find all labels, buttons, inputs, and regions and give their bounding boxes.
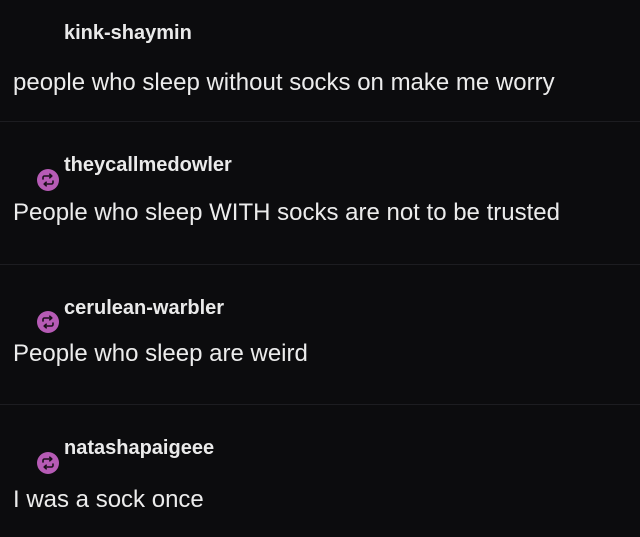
reblog-icon	[37, 311, 59, 333]
post-text: I was a sock once	[13, 486, 204, 513]
post-username[interactable]: kink-shaymin	[64, 22, 192, 45]
reblog-icon	[37, 169, 59, 191]
post-text: People who sleep are weird	[13, 340, 308, 367]
post-reblog-3: natashapaigeee I was a sock once	[0, 405, 640, 537]
post-username[interactable]: theycallmedowler	[64, 154, 232, 177]
post-text: people who sleep without socks on make m…	[13, 69, 555, 96]
reblog-thread: kink-shaymin people who sleep without so…	[0, 0, 640, 537]
post-reblog-2: cerulean-warbler People who sleep are we…	[0, 265, 640, 405]
post-username[interactable]: natashapaigeee	[64, 437, 214, 460]
reblog-icon	[37, 452, 59, 474]
post-reblog-1: theycallmedowler People who sleep WITH s…	[0, 122, 640, 265]
post-text: People who sleep WITH socks are not to b…	[13, 199, 560, 226]
post-original: kink-shaymin people who sleep without so…	[0, 0, 640, 122]
post-username[interactable]: cerulean-warbler	[64, 297, 224, 320]
